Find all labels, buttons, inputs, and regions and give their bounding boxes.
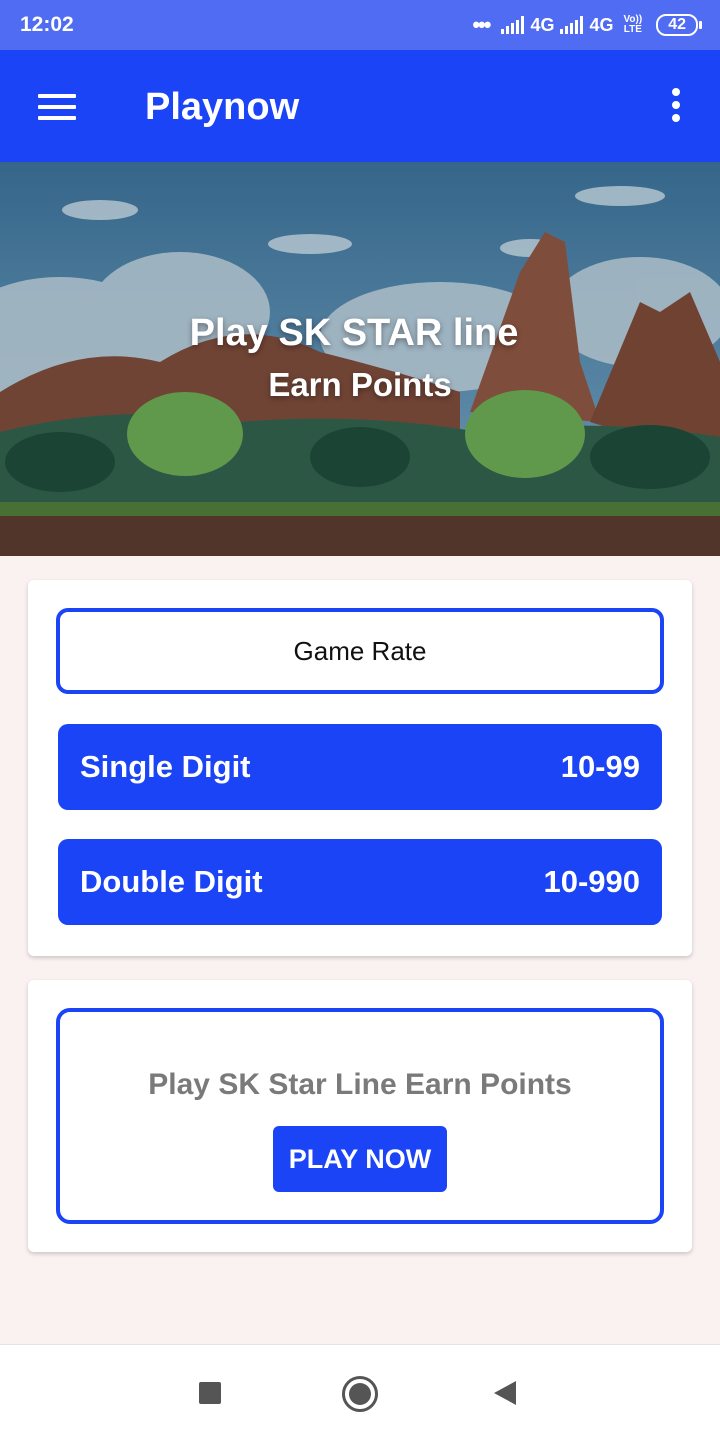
network-type-1: 4G bbox=[530, 14, 555, 35]
game-rate-card: Game Rate Single Digit 10-99 Double Digi… bbox=[28, 580, 692, 956]
rate-label: Double Digit bbox=[80, 864, 263, 899]
volte-bottom: LTE bbox=[623, 24, 642, 35]
navigation-bar bbox=[0, 1344, 720, 1440]
banner-title: Play SK STAR line bbox=[189, 312, 519, 354]
rate-value: 10-99 bbox=[560, 749, 640, 784]
game-rate-label: Game Rate bbox=[293, 635, 427, 666]
banner-subtitle: Earn Points bbox=[268, 366, 452, 403]
play-box: Play SK Star Line Earn Points PLAY NOW bbox=[56, 1008, 664, 1224]
network-type-2: 4G bbox=[589, 14, 614, 35]
notification-dots-icon: ••• bbox=[472, 12, 491, 37]
rate-label: Single Digit bbox=[80, 749, 251, 784]
hero-banner: Play SK STAR line Earn Points bbox=[0, 162, 720, 556]
play-now-button[interactable]: PLAY NOW bbox=[273, 1126, 447, 1192]
rate-row-double-digit: Double Digit 10-990 bbox=[58, 839, 662, 925]
play-heading: Play SK Star Line Earn Points bbox=[148, 1068, 572, 1101]
volte-icon: Vo)) LTE bbox=[624, 15, 643, 35]
signal-icon-2 bbox=[560, 16, 584, 34]
status-bar: 12:02 ••• 4G 4G Vo)) LTE 42 bbox=[0, 0, 720, 50]
game-rate-header: Game Rate bbox=[56, 608, 664, 694]
back-triangle-icon[interactable] bbox=[494, 1381, 516, 1405]
hamburger-menu-icon[interactable] bbox=[38, 94, 76, 120]
app-bar: Playnow bbox=[0, 50, 720, 162]
signal-icon bbox=[501, 16, 525, 34]
rate-value: 10-990 bbox=[543, 864, 640, 899]
rate-row-single-digit: Single Digit 10-99 bbox=[58, 724, 662, 810]
banner-landscape-illustration bbox=[0, 162, 720, 556]
recents-square-icon[interactable] bbox=[199, 1382, 221, 1404]
battery-level: 42 bbox=[668, 16, 686, 33]
app-title: Playnow bbox=[145, 86, 300, 128]
more-vertical-icon[interactable] bbox=[666, 88, 686, 124]
status-time: 12:02 bbox=[20, 13, 74, 36]
home-circle-icon[interactable] bbox=[342, 1376, 378, 1412]
play-card: Play SK Star Line Earn Points PLAY NOW bbox=[28, 980, 692, 1252]
battery-icon: 42 bbox=[656, 14, 702, 36]
status-icons: ••• 4G 4G Vo)) LTE 42 bbox=[472, 12, 702, 38]
